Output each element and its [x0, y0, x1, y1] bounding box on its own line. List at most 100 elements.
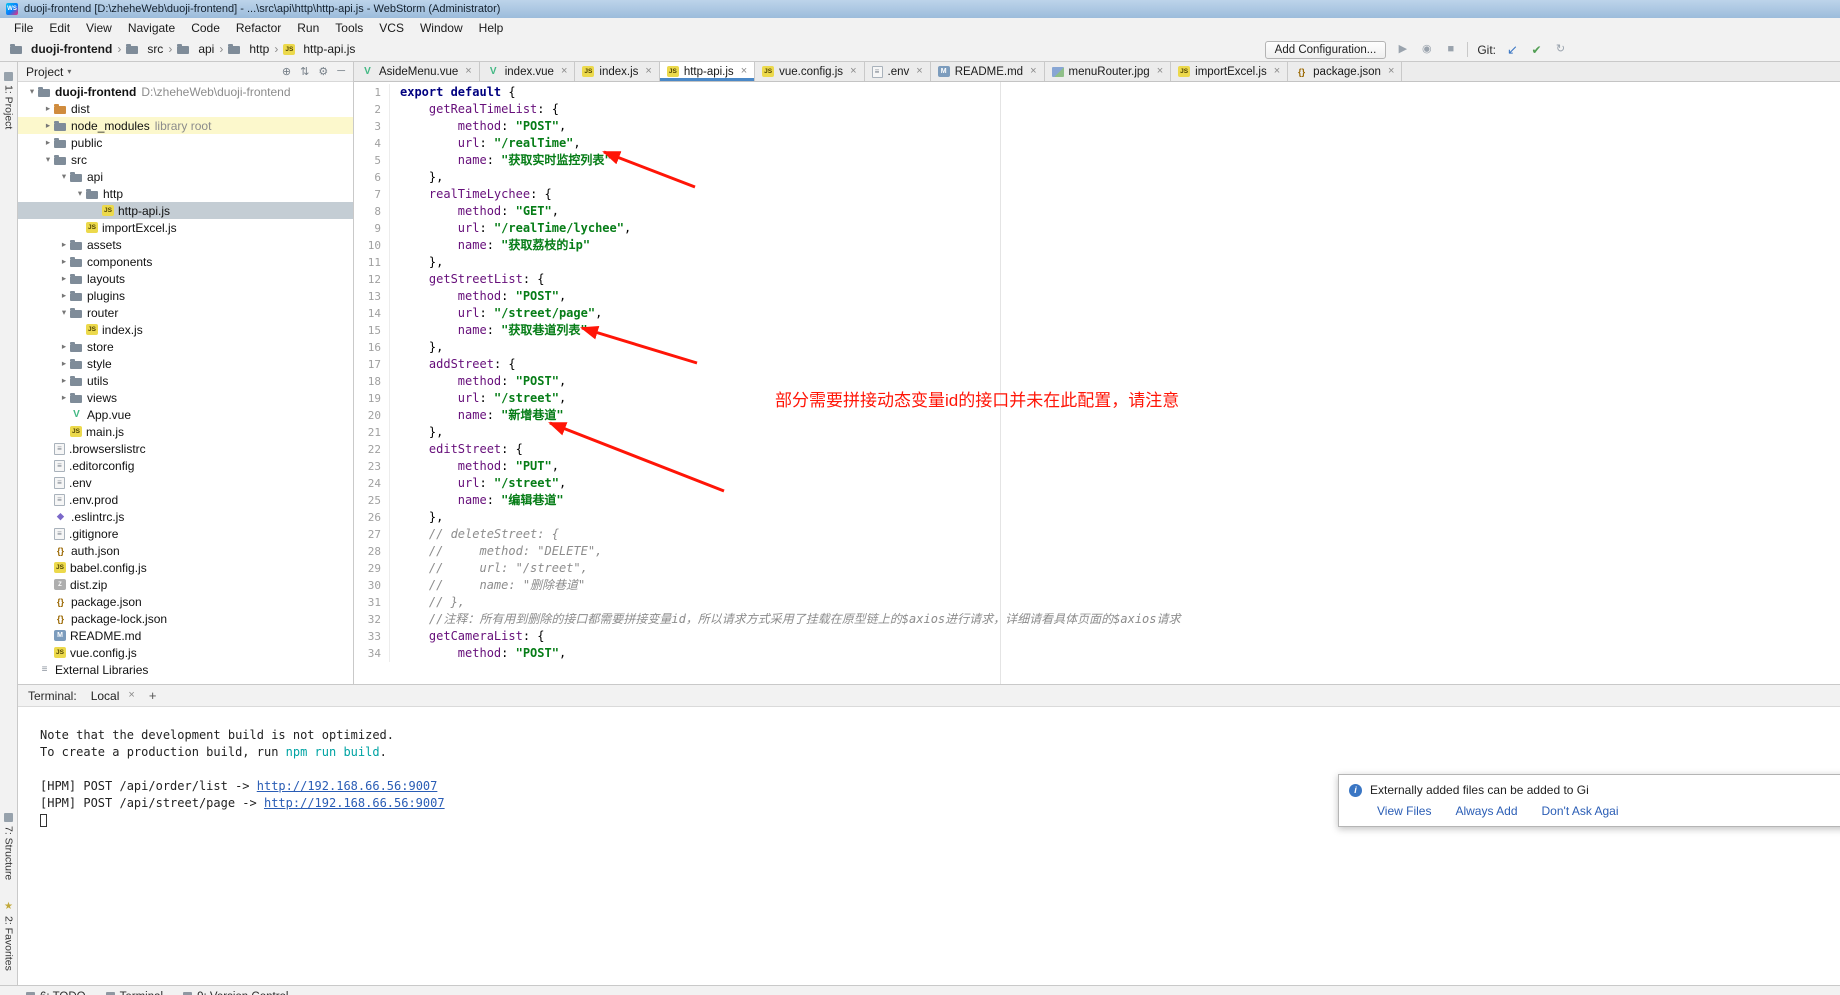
code-line-30[interactable]: 30 // name: "删除巷道" [354, 577, 1840, 594]
tree-item-node-modules[interactable]: ▸node_moduleslibrary root [18, 117, 353, 134]
code-line-12[interactable]: 12 getStreetList: { [354, 271, 1840, 288]
close-tab-icon[interactable]: × [1157, 66, 1163, 77]
breadcrumb-item-http-api-js[interactable]: JShttp-api.js [283, 42, 355, 56]
breadcrumb-item-api[interactable]: api [177, 42, 214, 56]
hide-panel-icon[interactable]: ─ [337, 65, 345, 78]
status-item-terminal[interactable]: Terminal [106, 991, 163, 995]
chevron-right-icon[interactable]: ▸ [58, 239, 70, 250]
editor-tab-menurouter-jpg[interactable]: menuRouter.jpg× [1045, 62, 1172, 81]
tree-item-layouts[interactable]: ▸layouts [18, 270, 353, 287]
code-line-11[interactable]: 11 }, [354, 254, 1840, 271]
collapse-all-icon[interactable]: ⇅ [300, 65, 309, 78]
tree-item-duoji-frontend[interactable]: ▾duoji-frontendD:\zheheWeb\duoji-fronten… [18, 83, 353, 100]
tree-item-router[interactable]: ▾router [18, 304, 353, 321]
menu-help[interactable]: Help [471, 18, 512, 37]
tree-item-env-prod[interactable]: ≡.env.prod [18, 491, 353, 508]
editor-tab-env[interactable]: ≡.env× [865, 62, 931, 81]
tree-item-app-vue[interactable]: VApp.vue [18, 406, 353, 423]
code-line-17[interactable]: 17 addStreet: { [354, 356, 1840, 373]
locate-file-icon[interactable]: ⊕ [282, 65, 291, 78]
close-tab-icon[interactable]: × [561, 66, 567, 77]
close-tab-icon[interactable]: × [1274, 66, 1280, 77]
close-terminal-tab-icon[interactable]: × [128, 690, 134, 701]
tree-item-auth-json[interactable]: {}auth.json [18, 542, 353, 559]
chevron-right-icon[interactable]: ▸ [42, 137, 54, 148]
stripe-favorites-button[interactable]: ★ 2: Favorites [3, 902, 15, 971]
code-line-26[interactable]: 26 }, [354, 509, 1840, 526]
chevron-down-icon[interactable]: ▾ [26, 86, 38, 97]
tree-item-vue-config-js[interactable]: JSvue.config.js [18, 644, 353, 661]
code-line-3[interactable]: 3 method: "POST", [354, 118, 1840, 135]
chevron-right-icon[interactable]: ▸ [58, 273, 70, 284]
code-line-4[interactable]: 4 url: "/realTime", [354, 135, 1840, 152]
tree-item-public[interactable]: ▸public [18, 134, 353, 151]
breadcrumb-item-src[interactable]: src [126, 42, 163, 56]
terminal-output[interactable]: Note that the development build is not o… [18, 707, 1840, 985]
notification-action-don-t-ask-agai[interactable]: Don't Ask Agai [1542, 804, 1619, 818]
tree-item-src[interactable]: ▾src [18, 151, 353, 168]
code-line-21[interactable]: 21 }, [354, 424, 1840, 441]
code-line-1[interactable]: 1export default { [354, 84, 1840, 101]
new-terminal-icon[interactable]: + [149, 688, 157, 703]
stop-icon[interactable]: ■ [1443, 44, 1458, 55]
run-icon[interactable]: ▶ [1395, 44, 1410, 55]
history-icon[interactable]: ↻ [1553, 44, 1568, 55]
tree-item-store[interactable]: ▸store [18, 338, 353, 355]
code-line-23[interactable]: 23 method: "PUT", [354, 458, 1840, 475]
tree-item-views[interactable]: ▸views [18, 389, 353, 406]
chevron-right-icon[interactable]: ▸ [42, 120, 54, 131]
menu-tools[interactable]: Tools [327, 18, 371, 37]
code-line-14[interactable]: 14 url: "/street/page", [354, 305, 1840, 322]
chevron-down-icon[interactable]: ▾ [74, 188, 86, 199]
close-tab-icon[interactable]: × [916, 66, 922, 77]
menu-window[interactable]: Window [412, 18, 471, 37]
close-tab-icon[interactable]: × [645, 66, 651, 77]
close-tab-icon[interactable]: × [850, 66, 856, 77]
tree-item-style[interactable]: ▸style [18, 355, 353, 372]
chevron-right-icon[interactable]: ▸ [58, 290, 70, 301]
tree-item-importexcel-js[interactable]: JSimportExcel.js [18, 219, 353, 236]
menu-code[interactable]: Code [183, 18, 228, 37]
tree-item-index-js[interactable]: JSindex.js [18, 321, 353, 338]
editor-tab-package-json[interactable]: {}package.json× [1288, 62, 1402, 81]
close-tab-icon[interactable]: × [1030, 66, 1036, 77]
code-line-15[interactable]: 15 name: "获取巷道列表" [354, 322, 1840, 339]
chevron-down-icon[interactable]: ▾ [58, 171, 70, 182]
editor-tab-asidemenu-vue[interactable]: VAsideMenu.vue× [354, 62, 480, 81]
editor-tab-importexcel-js[interactable]: JSimportExcel.js× [1171, 62, 1288, 81]
code-line-22[interactable]: 22 editStreet: { [354, 441, 1840, 458]
close-tab-icon[interactable]: × [465, 66, 471, 77]
status-item-9-version-control[interactable]: 9: Version Control [183, 991, 288, 995]
tree-item-eslintrc-js[interactable]: ◆.eslintrc.js [18, 508, 353, 525]
tree-item-dist[interactable]: ▸dist [18, 100, 353, 117]
tree-item-env[interactable]: ≡.env [18, 474, 353, 491]
code-line-31[interactable]: 31 // }, [354, 594, 1840, 611]
editor-tab-index-js[interactable]: JSindex.js× [575, 62, 659, 81]
menu-navigate[interactable]: Navigate [120, 18, 183, 37]
tree-item-readme-md[interactable]: MREADME.md [18, 627, 353, 644]
menu-run[interactable]: Run [289, 18, 327, 37]
code-line-7[interactable]: 7 realTimeLychee: { [354, 186, 1840, 203]
code-line-25[interactable]: 25 name: "编辑巷道" [354, 492, 1840, 509]
editor-tab-index-vue[interactable]: Vindex.vue× [480, 62, 576, 81]
notification-action-always-add[interactable]: Always Add [1455, 804, 1517, 818]
chevron-right-icon[interactable]: ▸ [58, 392, 70, 403]
code-line-5[interactable]: 5 name: "获取实时监控列表" [354, 152, 1840, 169]
git-update-icon[interactable]: ↙ [1505, 43, 1520, 56]
tree-item-babel-config-js[interactable]: JSbabel.config.js [18, 559, 353, 576]
editor-tab-vue-config-js[interactable]: JSvue.config.js× [755, 62, 864, 81]
code-line-34[interactable]: 34 method: "POST", [354, 645, 1840, 662]
tree-item-http-api-js[interactable]: JShttp-api.js [18, 202, 353, 219]
tree-item-http[interactable]: ▾http [18, 185, 353, 202]
menu-vcs[interactable]: VCS [371, 18, 412, 37]
chevron-right-icon[interactable]: ▸ [42, 103, 54, 114]
chevron-down-icon[interactable]: ▾ [42, 154, 54, 165]
chevron-right-icon[interactable]: ▸ [58, 358, 70, 369]
menu-refactor[interactable]: Refactor [228, 18, 289, 37]
debug-icon[interactable]: ◉ [1419, 44, 1434, 55]
editor-tab-http-api-js[interactable]: JShttp-api.js× [660, 62, 755, 81]
tree-item-api[interactable]: ▾api [18, 168, 353, 185]
tree-item-editorconfig[interactable]: ≡.editorconfig [18, 457, 353, 474]
close-tab-icon[interactable]: × [741, 66, 747, 77]
tree-item-plugins[interactable]: ▸plugins [18, 287, 353, 304]
